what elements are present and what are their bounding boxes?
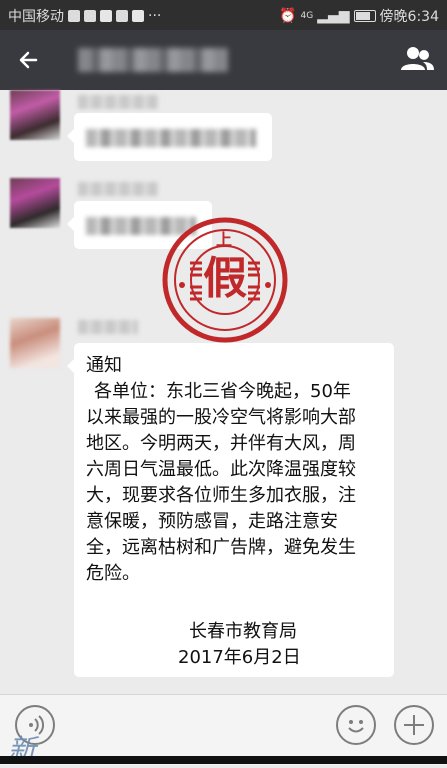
people-icon[interactable] xyxy=(399,44,435,76)
status-bar: 中国移动 ··· ⏰ 4G ▂▄▆ 傍晚6:34 xyxy=(0,0,447,30)
emoji-icon[interactable] xyxy=(336,705,376,745)
notice-message-bubble[interactable]: 通知 各单位：东北三省今晚起，50年 以来最强的一股冷空气将影响大部 地区。今明… xyxy=(67,343,394,677)
fake-stamp: 上 假 xyxy=(160,215,290,345)
stamp-center-char: 假 xyxy=(203,253,247,304)
notice-line: 地区。今明两天，并伴有大风，周 xyxy=(86,433,356,454)
notice-line: 六周日气温最低。此次降温强度较 xyxy=(86,459,356,480)
notice-date: 2017年6月2日 xyxy=(178,647,301,668)
alarm-icon: ⏰ xyxy=(279,8,297,24)
notice-signature: 长春市教育局 xyxy=(189,621,297,642)
avatar[interactable] xyxy=(10,90,60,140)
notification-icon xyxy=(116,10,128,22)
notice-line: 以来最强的一股冷空气将影响大部 xyxy=(86,407,356,428)
system-nav-bar xyxy=(0,756,447,764)
message-text-redacted xyxy=(86,129,256,147)
notice-line: 意保暖，预防感冒，走路注意安 xyxy=(86,511,338,532)
battery-icon xyxy=(353,10,376,22)
chat-header xyxy=(0,30,447,90)
notice-line: 大，现要求各位师生多加衣服，注 xyxy=(86,485,356,506)
notice-line: 各单位：东北三省今晚起，50年 xyxy=(94,381,351,402)
notice-line: 全，远离枯树和广告牌，避免发生 xyxy=(86,537,356,558)
message-bubble[interactable] xyxy=(67,113,272,161)
heart-icon xyxy=(84,10,96,22)
app-notification-icon xyxy=(100,10,112,22)
arrow-left-icon[interactable] xyxy=(14,44,46,76)
sender-name-redacted xyxy=(78,182,158,196)
notice-line: 危险。 xyxy=(86,563,140,584)
briefcase-icon xyxy=(68,10,80,22)
stamp-top-char: 上 xyxy=(216,230,233,249)
signal-icon: ▂▄▆ xyxy=(317,8,350,24)
more-notifications-icon: ··· xyxy=(148,8,162,24)
carrier-label: 中国移动 xyxy=(8,9,64,25)
avatar[interactable] xyxy=(10,318,60,368)
plus-icon[interactable] xyxy=(394,705,434,745)
chat-input-bar xyxy=(0,694,447,765)
avatar[interactable] xyxy=(10,178,60,228)
sender-name-redacted xyxy=(78,320,138,334)
chat-title-redacted xyxy=(78,48,228,72)
notice-heading: 通知 xyxy=(86,355,122,376)
network-label: 4G xyxy=(300,11,314,21)
weibo-notification-icon xyxy=(132,10,144,22)
clock-label: 傍晚6:34 xyxy=(379,9,439,25)
sender-name-redacted xyxy=(78,95,158,109)
